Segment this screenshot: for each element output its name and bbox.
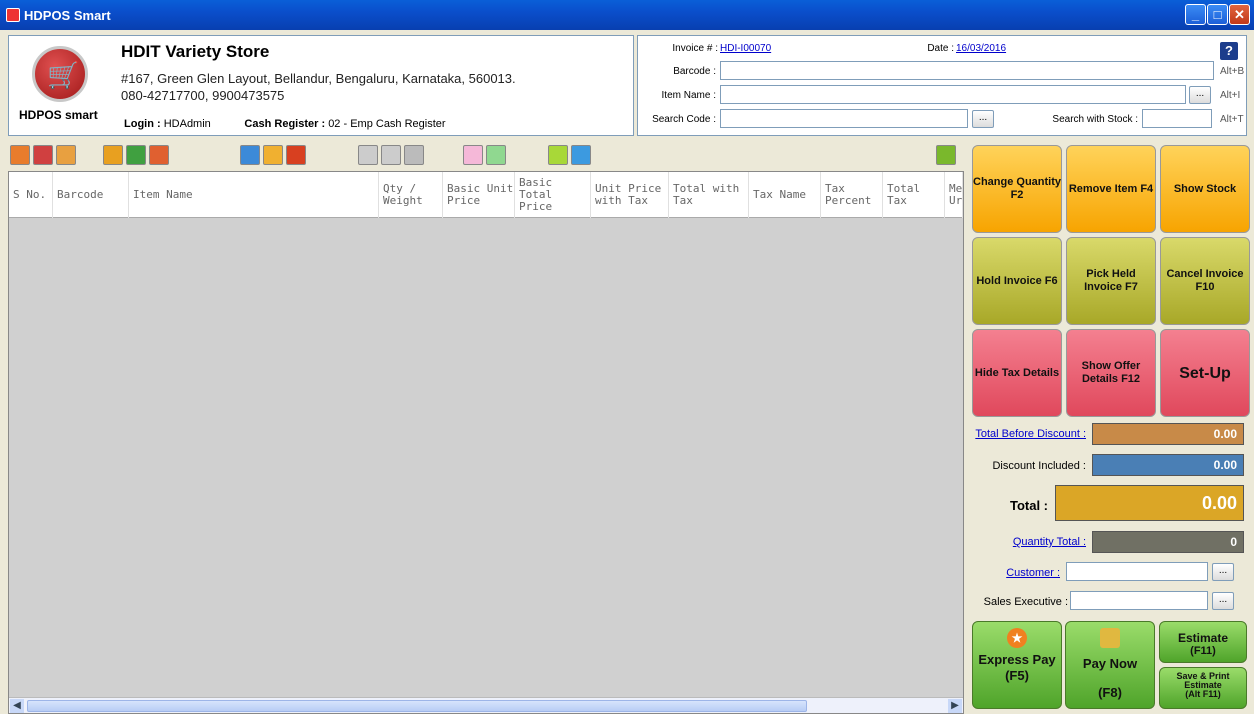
discount-label: Discount Included :	[992, 460, 1086, 472]
barcode-input[interactable]	[720, 61, 1214, 80]
show-offer-details-button[interactable]: Show Offer Details F12	[1066, 329, 1156, 417]
search-code-browse-button[interactable]: ...	[972, 110, 994, 128]
item-browse-button[interactable]: ...	[1189, 86, 1211, 104]
hide-tax-details-button[interactable]: Hide Tax Details	[972, 329, 1062, 417]
search-stock-input[interactable]	[1142, 109, 1212, 128]
note-icon[interactable]	[263, 145, 283, 165]
store-name: HDIT Variety Store	[121, 42, 270, 61]
col-basic-total[interactable]: Basic Total Price	[515, 172, 591, 218]
total-before-discount-value: 0.00	[1092, 423, 1244, 445]
cart-icon[interactable]	[126, 145, 146, 165]
total-value: 0.00	[1055, 485, 1244, 521]
report-3-icon[interactable]	[56, 145, 76, 165]
remove-item-button[interactable]: Remove Item F4	[1066, 145, 1156, 233]
estimate-button[interactable]: Estimate (F11)	[1159, 621, 1247, 663]
total-before-discount-link[interactable]: Total Before Discount :	[972, 428, 1086, 440]
pick-held-invoice-button[interactable]: Pick Held Invoice F7	[1066, 237, 1156, 325]
col-total-tax-amt[interactable]: Total Tax	[883, 172, 945, 218]
change-quantity-button[interactable]: Change Quantity F2	[972, 145, 1062, 233]
help-icon[interactable]: ?	[1220, 42, 1238, 60]
quantity-total-link[interactable]: Quantity Total :	[972, 536, 1086, 548]
pay-now-button[interactable]: Pay Now (F8)	[1065, 621, 1155, 709]
setup-button[interactable]: Set-Up	[1160, 329, 1250, 417]
edit-icon[interactable]	[103, 145, 123, 165]
col-tax-name[interactable]: Tax Name	[749, 172, 821, 218]
customer-link[interactable]: Customer :	[972, 567, 1060, 579]
report-icon[interactable]	[10, 145, 30, 165]
discount-icon[interactable]	[463, 145, 483, 165]
scroll-right-icon[interactable]: ▶	[948, 699, 962, 713]
main-area: 🛒 HDPOS smart HDIT Variety Store #167, G…	[0, 30, 1254, 714]
cash-icon	[1100, 628, 1120, 648]
store-header: 🛒 HDPOS smart HDIT Variety Store #167, G…	[8, 35, 634, 136]
calculator-icon[interactable]	[548, 145, 568, 165]
col-basic-unit[interactable]: Basic Unit Price	[443, 172, 515, 218]
col-tax-percent[interactable]: Tax Percent	[821, 172, 883, 218]
maximize-button[interactable]: □	[1207, 4, 1228, 25]
return-icon[interactable]	[286, 145, 306, 165]
search-code-input[interactable]	[720, 109, 968, 128]
sales-executive-label: Sales Executive :	[983, 596, 1068, 608]
app-cart-icon	[6, 8, 20, 22]
item-name-input[interactable]	[720, 85, 1186, 104]
minimize-button[interactable]: _	[1185, 4, 1206, 25]
col-item-name[interactable]: Item Name	[129, 172, 379, 218]
col-unit-tax[interactable]: Unit Price with Tax	[591, 172, 669, 218]
title-bar: HDPOS Smart _ □ ✕	[0, 0, 1254, 30]
clear-icon[interactable]	[149, 145, 169, 165]
login-info: Login : HDAdmin Cash Register : 02 - Emp…	[124, 118, 446, 130]
items-grid[interactable]: S No. Barcode Item Name Qty / Weight Bas…	[8, 171, 964, 714]
hold-invoice-button[interactable]: Hold Invoice F6	[972, 237, 1062, 325]
toolbar	[8, 142, 958, 170]
invoice-number-link[interactable]: HDI-I00070	[720, 43, 771, 54]
grid-header: S No. Barcode Item Name Qty / Weight Bas…	[9, 172, 963, 218]
customer-input[interactable]	[1066, 562, 1208, 581]
col-measure[interactable]: Me Ur	[945, 172, 963, 218]
cancel-invoice-button[interactable]: Cancel Invoice F10	[1160, 237, 1250, 325]
express-pay-button[interactable]: ★ Express Pay (F5)	[972, 621, 1062, 709]
quantity-total-value: 0	[1092, 531, 1244, 553]
scroll-thumb[interactable]	[27, 700, 807, 712]
hdpos-logo: 🛒 HDPOS smart	[19, 46, 104, 126]
discount-value: 0.00	[1092, 454, 1244, 476]
offers-icon[interactable]	[240, 145, 260, 165]
horizontal-scrollbar[interactable]: ◀ ▶	[9, 697, 963, 713]
col-sno[interactable]: S No.	[9, 172, 53, 218]
save-print-estimate-button[interactable]: Save & Print Estimate (Alt F11)	[1159, 667, 1247, 709]
total-label: Total :	[1009, 498, 1048, 513]
sales-executive-browse-button[interactable]: ...	[1212, 592, 1234, 610]
cart-icon: 🛒	[47, 60, 80, 90]
show-stock-button[interactable]: Show Stock	[1160, 145, 1250, 233]
customer-browse-button[interactable]: ...	[1212, 563, 1234, 581]
col-qty[interactable]: Qty / Weight	[379, 172, 443, 218]
disabled-list-icon	[358, 145, 378, 165]
settings-gear-icon[interactable]	[936, 145, 956, 165]
disabled-link-icon	[381, 145, 401, 165]
close-button[interactable]: ✕	[1229, 4, 1250, 25]
store-address: #167, Green Glen Layout, Bellandur, Beng…	[121, 71, 516, 103]
col-barcode[interactable]: Barcode	[53, 172, 129, 218]
date-link[interactable]: 16/03/2016	[956, 43, 1006, 54]
invoice-panel: Invoice # : HDI-I00070 Date : 16/03/2016…	[637, 35, 1247, 136]
express-runner-icon: ★	[1007, 628, 1027, 648]
user-icon[interactable]	[571, 145, 591, 165]
disabled-remove-icon	[404, 145, 424, 165]
sales-executive-input[interactable]	[1070, 591, 1208, 610]
percent-icon[interactable]	[486, 145, 506, 165]
scroll-left-icon[interactable]: ◀	[10, 699, 24, 713]
report-2-icon[interactable]	[33, 145, 53, 165]
window-title: HDPOS Smart	[24, 7, 111, 23]
col-total-tax[interactable]: Total with Tax	[669, 172, 749, 218]
